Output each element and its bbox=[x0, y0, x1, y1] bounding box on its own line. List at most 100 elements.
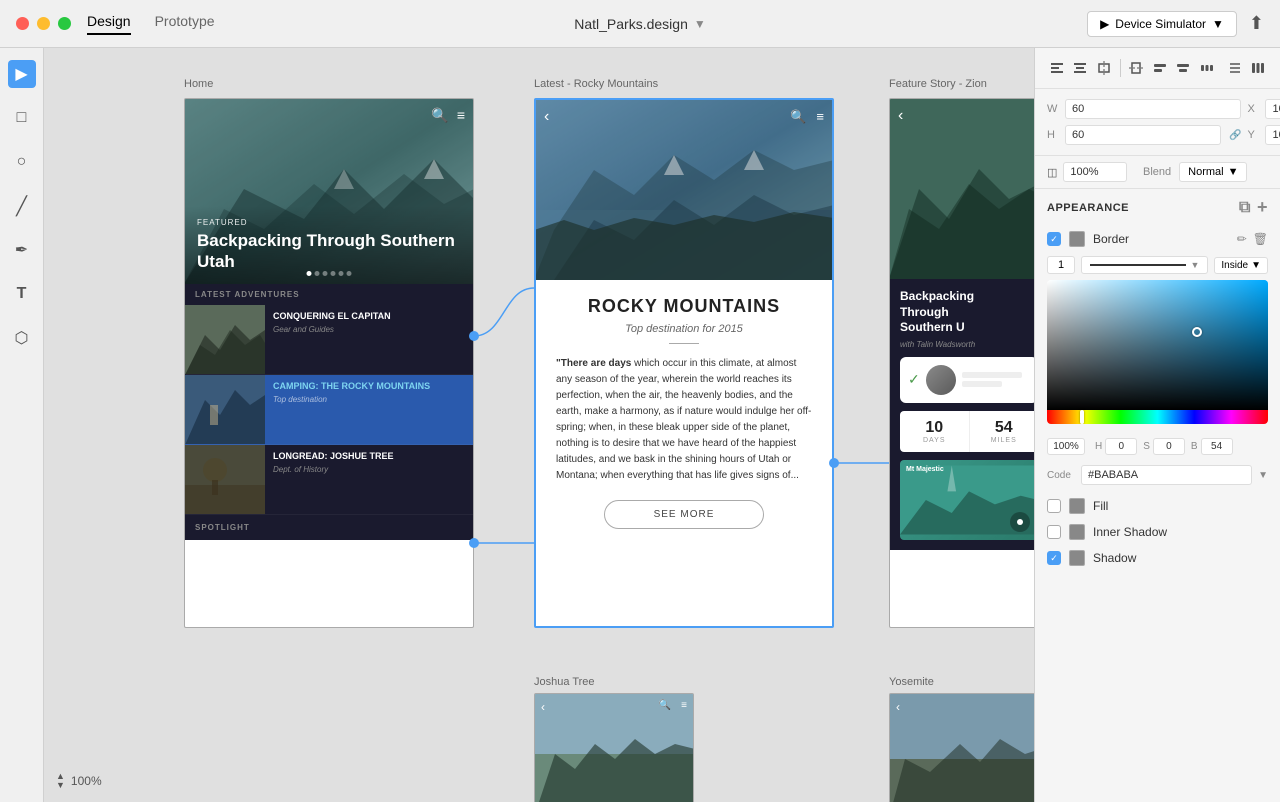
joshua-menu-icon[interactable]: ≡ bbox=[681, 700, 687, 711]
border-checkbox[interactable] bbox=[1047, 232, 1061, 246]
list-item[interactable]: LONGREAD: JOSHUE TREE Dept. of History bbox=[185, 445, 473, 515]
device-simulator-button[interactable]: ▶ Device Simulator ▼ bbox=[1087, 11, 1237, 37]
align-left-button[interactable] bbox=[1047, 56, 1067, 80]
opacity-input[interactable] bbox=[1063, 162, 1127, 182]
width-input[interactable] bbox=[1065, 99, 1241, 119]
inner-shadow-color-swatch[interactable] bbox=[1069, 524, 1085, 540]
component-tool[interactable]: ⬡ bbox=[8, 324, 36, 352]
align-middle-button[interactable] bbox=[1150, 56, 1170, 80]
line-tool[interactable]: ╱ bbox=[8, 192, 36, 220]
border-width-input[interactable] bbox=[1047, 256, 1075, 274]
saturation-input[interactable] bbox=[1153, 438, 1185, 455]
border-detail: ▼ Inside ▼ bbox=[1035, 252, 1280, 280]
zoom-level: 100% bbox=[71, 774, 102, 788]
border-label: Border bbox=[1093, 232, 1229, 246]
border-edit-icon[interactable]: ✏ bbox=[1237, 232, 1247, 246]
panel-columns-button[interactable] bbox=[1248, 56, 1268, 80]
list-item[interactable]: CAMPING: THE ROCKY MOUNTAINS Top destina… bbox=[185, 375, 473, 445]
border-style-chevron: ▼ bbox=[1190, 260, 1199, 270]
maximize-button[interactable] bbox=[58, 17, 71, 30]
frame-yosemite: ‹ bbox=[889, 693, 1034, 802]
border-pos-chevron-icon: ▼ bbox=[1251, 260, 1261, 271]
joshua-back-icon[interactable]: ‹ bbox=[541, 700, 545, 714]
export-button[interactable]: ⬆ bbox=[1249, 13, 1264, 34]
zion-hero: ‹ bbox=[890, 99, 1034, 279]
distribute-h-button[interactable] bbox=[1197, 56, 1217, 80]
appearance-section: APPEARANCE ⧉ + Border ✏ 🗑 bbox=[1035, 189, 1280, 802]
color-cursor[interactable] bbox=[1192, 327, 1202, 337]
minimize-button[interactable] bbox=[37, 17, 50, 30]
link-icon: 🔗 bbox=[1229, 130, 1241, 141]
select-tool[interactable]: ▶ bbox=[8, 60, 36, 88]
rocky-search-icon[interactable]: 🔍 bbox=[790, 109, 806, 125]
zion-stats: 10 DAYS 54 MILES bbox=[900, 411, 1034, 452]
fill-label: Fill bbox=[1093, 499, 1268, 513]
border-style-selector[interactable]: ▼ bbox=[1081, 256, 1208, 274]
list-item[interactable]: CONQUERING EL CAPITAN Gear and Guides bbox=[185, 305, 473, 375]
zoom-bar: ▲ ▼ 100% bbox=[56, 772, 102, 790]
close-button[interactable] bbox=[16, 17, 29, 30]
tab-design[interactable]: Design bbox=[87, 13, 131, 35]
rocky-subtitle: Top destination for 2015 bbox=[556, 323, 812, 335]
shadow-color-swatch[interactable] bbox=[1069, 550, 1085, 566]
zoom-chevrons[interactable]: ▲ ▼ bbox=[56, 772, 65, 790]
border-position-select[interactable]: Inside ▼ bbox=[1214, 257, 1268, 274]
shadow-checkbox[interactable] bbox=[1047, 551, 1061, 565]
border-delete-icon[interactable]: 🗑 bbox=[1253, 232, 1268, 246]
file-title: Natl_Parks.design ▼ bbox=[574, 16, 706, 32]
appearance-add-icon[interactable]: + bbox=[1257, 197, 1268, 218]
yosemite-back-icon[interactable]: ‹ bbox=[896, 700, 900, 714]
appearance-copy-icon[interactable]: ⧉ bbox=[1239, 199, 1251, 217]
search-icon[interactable]: 🔍 bbox=[431, 107, 448, 124]
color-picker[interactable] bbox=[1047, 280, 1268, 424]
list-info-elcapitan: CONQUERING EL CAPITAN Gear and Guides bbox=[265, 305, 473, 374]
zion-author: with Talin Wadsworth bbox=[900, 340, 1034, 349]
align-top-button[interactable] bbox=[1127, 56, 1147, 80]
appearance-item-fill: Fill bbox=[1035, 493, 1280, 519]
home-section-title: LATEST ADVENTURES bbox=[185, 284, 473, 305]
hex-input[interactable] bbox=[1081, 465, 1252, 485]
back-icon[interactable]: ‹ bbox=[544, 108, 549, 126]
color-opacity-input[interactable] bbox=[1047, 438, 1085, 455]
x-input[interactable] bbox=[1265, 99, 1280, 119]
border-actions: ✏ 🗑 bbox=[1237, 232, 1268, 246]
hue-input[interactable] bbox=[1105, 438, 1137, 455]
hex-chevron-icon[interactable]: ▼ bbox=[1258, 470, 1268, 481]
height-input[interactable] bbox=[1065, 125, 1221, 145]
blend-chevron-icon: ▼ bbox=[1228, 166, 1239, 178]
ellipse-tool[interactable]: ○ bbox=[8, 148, 36, 176]
fill-color-swatch[interactable] bbox=[1069, 498, 1085, 514]
y-input[interactable] bbox=[1265, 125, 1280, 145]
fill-checkbox[interactable] bbox=[1047, 499, 1061, 513]
see-more-button[interactable]: SEE MORE bbox=[604, 500, 764, 529]
align-right-button[interactable] bbox=[1094, 56, 1114, 80]
joshua-search-icon[interactable]: 🔍 bbox=[659, 700, 671, 711]
tab-prototype[interactable]: Prototype bbox=[155, 13, 215, 35]
joshua-thumb: ‹ 🔍 ≡ bbox=[535, 694, 693, 802]
filename-chevron-icon[interactable]: ▼ bbox=[694, 17, 706, 31]
appearance-header-actions: ⧉ + bbox=[1239, 197, 1268, 218]
border-color-swatch[interactable] bbox=[1069, 231, 1085, 247]
blend-mode-select[interactable]: Normal ▼ bbox=[1179, 162, 1247, 182]
color-gradient-picker[interactable] bbox=[1047, 280, 1268, 410]
home-hero: 🔍 ≡ FEATURED Backpacking Through Souther… bbox=[185, 99, 473, 284]
align-center-h-button[interactable] bbox=[1071, 56, 1091, 80]
list-thumb-longread bbox=[185, 445, 265, 514]
rectangle-tool[interactable]: □ bbox=[8, 104, 36, 132]
zion-back-icon[interactable]: ‹ bbox=[898, 107, 903, 125]
yosemite-thumb: ‹ bbox=[890, 694, 1034, 802]
inner-shadow-checkbox[interactable] bbox=[1047, 525, 1061, 539]
text-tool[interactable]: T bbox=[8, 280, 36, 308]
brightness-input[interactable] bbox=[1201, 438, 1233, 455]
frame-label-joshua: Joshua Tree bbox=[534, 676, 595, 688]
hue-bar[interactable] bbox=[1047, 410, 1268, 424]
menu-icon[interactable]: ≡ bbox=[457, 107, 465, 124]
rocky-menu-icon[interactable]: ≡ bbox=[816, 109, 824, 125]
right-panel: W X ↻ H 🔗 Y ⌐ ◫ bbox=[1034, 48, 1280, 802]
align-bottom-button[interactable] bbox=[1174, 56, 1194, 80]
canvas-area[interactable]: Home bbox=[44, 48, 1034, 802]
panel-settings-button[interactable] bbox=[1225, 56, 1245, 80]
pen-tool[interactable]: ✒ bbox=[8, 236, 36, 264]
frame-label-yosemite: Yosemite bbox=[889, 676, 934, 688]
home-hero-tag: FEATURED bbox=[197, 218, 461, 227]
